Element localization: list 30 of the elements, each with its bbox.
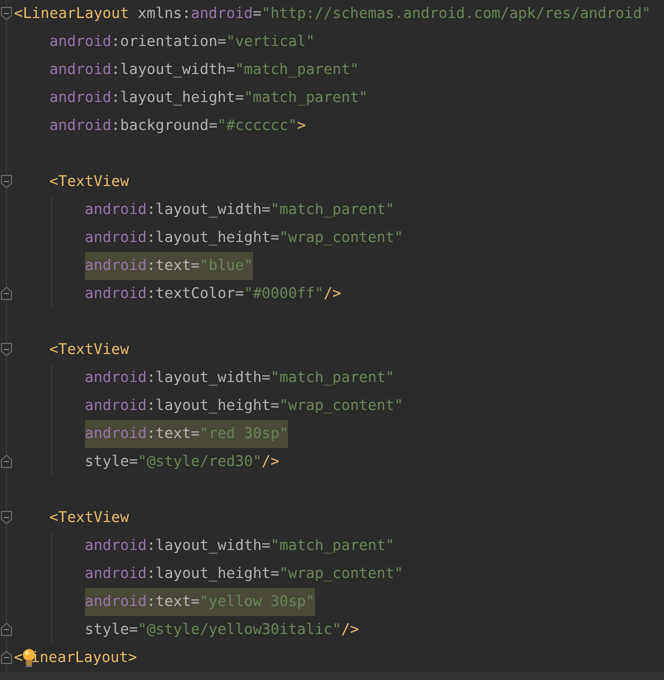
code-text: style="@style/red30"/>: [84, 452, 280, 472]
code-text: <TextView: [49, 172, 129, 192]
code-text: <: [14, 648, 23, 668]
fold-end-icon[interactable]: [1, 623, 12, 636]
code-text: <LinearLayout xmlns:android="http://schemas.android.com/apk/res/android": [14, 4, 651, 24]
code-text: <TextView: [49, 508, 129, 528]
fold-end-icon[interactable]: [1, 287, 12, 300]
code-text: inearLayout>: [30, 648, 137, 668]
fold-collapse-icon[interactable]: [1, 175, 12, 188]
fold-collapse-icon[interactable]: [1, 511, 12, 524]
code-text: android:text="yellow 30sp": [84, 588, 315, 616]
code-text: android:layout_width="match_parent": [84, 368, 394, 388]
fold-collapse-icon[interactable]: [1, 343, 12, 356]
fold-end-icon[interactable]: [1, 651, 12, 664]
code-text: android:layout_width="match_parent": [84, 536, 394, 556]
code-text: android:layout_height="match_parent": [49, 88, 368, 108]
code-text: style="@style/yellow30italic"/>: [84, 620, 359, 640]
fold-collapse-icon[interactable]: [1, 7, 12, 20]
code-text: android:layout_height="wrap_content": [84, 228, 404, 248]
code-text: android:background="#cccccc">: [49, 116, 306, 136]
code-text: android:textColor="#0000ff"/>: [84, 284, 342, 304]
code-text: android:layout_height="wrap_content": [84, 564, 404, 584]
code-text: android:text="blue": [84, 252, 253, 280]
code-text: android:text="red 30sp": [84, 420, 288, 448]
fold-end-icon[interactable]: [1, 455, 12, 468]
code-text: <TextView: [49, 340, 129, 360]
code-text: android:layout_height="wrap_content": [84, 396, 404, 416]
code-text: android:layout_width="match_parent": [49, 60, 359, 80]
code-text: android:orientation="vertical": [49, 32, 315, 52]
code-text: android:layout_width="match_parent": [84, 200, 394, 220]
